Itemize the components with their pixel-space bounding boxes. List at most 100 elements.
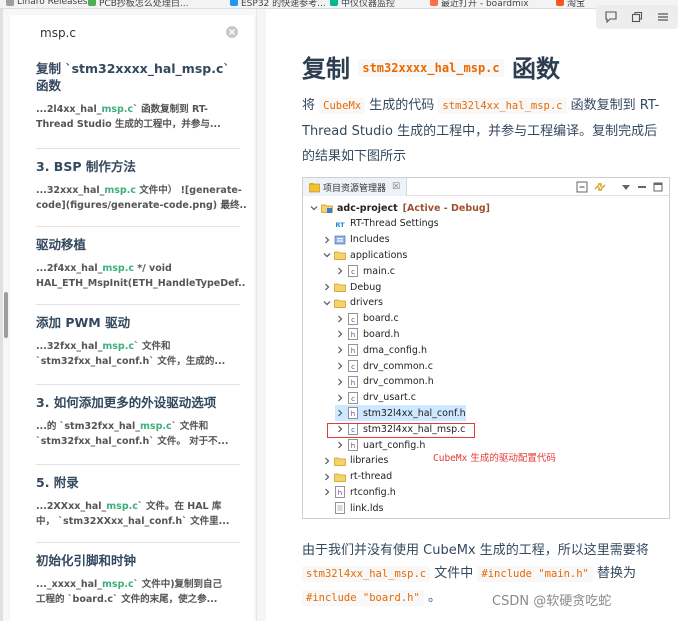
tree-item[interactable]: drivers bbox=[322, 295, 383, 311]
snippet-text: ...2l4xx_hal_ bbox=[36, 104, 102, 115]
search-result[interactable]: 3. BSP 制作方法 ...32xxx_hal_msp.c 文件中） ![gen… bbox=[36, 158, 246, 213]
chevron-right-icon[interactable] bbox=[322, 456, 332, 466]
chevron-right-icon[interactable] bbox=[335, 361, 345, 371]
tree-item[interactable]: h board.h bbox=[335, 326, 399, 342]
search-result[interactable]: 5. 附录 ...2XXxx_hal_msp.c` 文件。在 HAL 库中， `s… bbox=[36, 474, 246, 529]
folder-icon bbox=[334, 252, 346, 261]
tree-item[interactable]: applications bbox=[322, 247, 407, 263]
bookmark-item[interactable]: PCB抄板怎么处理白... bbox=[88, 0, 188, 8]
chevron-right-icon[interactable] bbox=[335, 329, 345, 339]
comment-button[interactable] bbox=[602, 8, 620, 26]
view-menu-icon[interactable] bbox=[619, 180, 633, 194]
chevron-right-icon[interactable] bbox=[335, 440, 345, 450]
title-inline-code: stm32xxxx_hal_msp.c bbox=[358, 59, 504, 77]
tree-item[interactable]: c main.c bbox=[335, 263, 395, 279]
tree-item[interactable]: Debug bbox=[322, 279, 381, 295]
tree-item[interactable]: h uart_config.h bbox=[335, 437, 425, 453]
text: 替换为 bbox=[597, 566, 637, 581]
snippet-text: ...的 `stm32fxx_hal_ bbox=[36, 421, 141, 432]
link-with-editor-icon[interactable] bbox=[593, 180, 607, 194]
snippet-match: msp.c bbox=[140, 421, 172, 432]
tree-item[interactable]: adc-project [Active - Debug] bbox=[309, 200, 490, 216]
result-title[interactable]: 添加 PWM 驱动 bbox=[36, 314, 246, 331]
clear-search-button[interactable] bbox=[224, 24, 240, 40]
spacer bbox=[322, 219, 332, 229]
bookmark-item[interactable]: ESP32 的快速参考... bbox=[230, 0, 326, 8]
result-title[interactable]: 5. 附录 bbox=[36, 474, 246, 491]
result-title[interactable]: 复制 `stm32xxxx_hal_msp.c` 函数 bbox=[36, 60, 246, 94]
close-icon[interactable]: ☒ bbox=[392, 182, 400, 192]
svg-text:h: h bbox=[351, 410, 355, 418]
search-result[interactable]: 添加 PWM 驱动 ...32fxx_hal_msp.c` 文件和 `stm32fx… bbox=[36, 314, 246, 369]
result-divider bbox=[36, 542, 240, 543]
c-file-icon: c bbox=[348, 265, 358, 278]
minimize-icon[interactable] bbox=[635, 180, 649, 194]
chevron-right-icon[interactable] bbox=[322, 472, 332, 482]
bookmark-item[interactable]: 中仪仪器监控 bbox=[330, 0, 395, 8]
search-result[interactable]: 3. 如何添加更多的外设驱动选项 ...的 `stm32fxx_hal_msp.c… bbox=[36, 394, 246, 449]
chevron-right-icon[interactable] bbox=[322, 487, 332, 497]
explorer-tab[interactable]: 项目资源管理器 ☒ bbox=[303, 178, 408, 196]
tree-item[interactable]: c drv_usart.c bbox=[335, 390, 416, 406]
result-title[interactable]: 驱动移植 bbox=[36, 236, 246, 253]
chevron-right-icon[interactable] bbox=[322, 282, 332, 292]
result-snippet: ..._xxxx_hal_msp.c` 文件中)复制到自己 bbox=[36, 577, 246, 592]
svg-text:c: c bbox=[351, 395, 355, 403]
tree-item[interactable]: h rtconfig.h bbox=[322, 484, 396, 500]
result-title[interactable]: 3. BSP 制作方法 bbox=[36, 158, 246, 175]
tree-item[interactable]: rt-thread bbox=[322, 469, 392, 485]
tree-item[interactable]: link.lds bbox=[322, 500, 383, 516]
bookmark-label: PCB抄板怎么处理白... bbox=[99, 0, 189, 9]
bookmark-item[interactable]: Linaro Releases bbox=[6, 0, 87, 8]
chevron-right-icon[interactable] bbox=[322, 235, 332, 245]
bookmark-item[interactable]: 最近打开 - boardmix bbox=[430, 0, 529, 8]
bookmark-label: 中仪仪器监控 bbox=[341, 0, 396, 9]
chevron-down-icon[interactable] bbox=[309, 203, 319, 213]
tree-item-label: stm32l4xx_hal_conf.h bbox=[363, 407, 466, 419]
result-title[interactable]: 3. 如何添加更多的外设驱动选项 bbox=[36, 394, 246, 411]
tree-item[interactable]: c board.c bbox=[335, 311, 399, 327]
search-result[interactable]: 复制 `stm32xxxx_hal_msp.c` 函数 ...2l4xx_hal_… bbox=[36, 60, 246, 132]
comment-icon bbox=[605, 11, 617, 24]
snippet-text: ` 文件和 bbox=[171, 421, 209, 432]
restore-button[interactable] bbox=[628, 8, 646, 26]
inline-code: stm32l4xx_hal_msp.c bbox=[302, 566, 431, 582]
tree-item[interactable]: c drv_common.c bbox=[335, 358, 433, 374]
h-file-icon: h bbox=[348, 439, 358, 451]
bookmark-icon bbox=[230, 0, 238, 6]
search-result[interactable]: 驱动移植 ...2f4xx_hal_msp.c */ void HAL_ETH_Ms… bbox=[36, 236, 246, 291]
snippet-text: ..._xxxx_hal_ bbox=[36, 579, 103, 590]
search-result[interactable]: 初始化引脚和时钟 ..._xxxx_hal_msp.c` 文件中)复制到自己 工程的… bbox=[36, 552, 246, 607]
result-title[interactable]: 初始化引脚和时钟 bbox=[36, 552, 246, 569]
tree-item[interactable]: libraries bbox=[322, 453, 388, 469]
scrollbar-thumb[interactable] bbox=[4, 292, 8, 338]
bookmark-label: 最近打开 - boardmix bbox=[441, 0, 529, 9]
chevron-right-icon[interactable] bbox=[335, 345, 345, 355]
menu-button[interactable] bbox=[654, 8, 672, 26]
chevron-down-icon[interactable] bbox=[322, 298, 332, 308]
tree-item[interactable]: h drv_common.h bbox=[335, 374, 434, 390]
collapse-all-icon[interactable] bbox=[575, 180, 589, 194]
tree-item[interactable]: h dma_config.h bbox=[335, 342, 427, 358]
chevron-down-icon[interactable] bbox=[322, 250, 332, 260]
folder-icon bbox=[334, 283, 346, 292]
chevron-right-icon[interactable] bbox=[335, 266, 345, 276]
search-input[interactable] bbox=[40, 24, 220, 42]
chevron-right-icon[interactable] bbox=[335, 408, 345, 418]
result-divider bbox=[36, 304, 240, 305]
bookmark-icon bbox=[330, 0, 338, 6]
tree-item-label: board.h bbox=[363, 328, 400, 340]
window-restore-icon bbox=[631, 11, 643, 23]
bookmark-item[interactable]: 淘宝 bbox=[556, 0, 585, 8]
bookmark-label: ESP32 的快速参考... bbox=[241, 0, 326, 9]
chevron-right-icon[interactable] bbox=[335, 314, 345, 324]
tree-item[interactable]: Includes bbox=[322, 232, 390, 248]
tree-item[interactable]: RT RT-Thread Settings bbox=[322, 216, 438, 232]
folder-icon bbox=[334, 299, 346, 308]
tree-item[interactable]: h stm32l4xx_hal_conf.h bbox=[335, 405, 466, 422]
maximize-icon[interactable] bbox=[651, 180, 665, 194]
result-divider bbox=[36, 464, 240, 465]
result-snippet-line2: code](figures/generate-code.png) 最终... bbox=[36, 200, 246, 211]
chevron-right-icon[interactable] bbox=[335, 377, 345, 387]
chevron-right-icon[interactable] bbox=[335, 393, 345, 403]
